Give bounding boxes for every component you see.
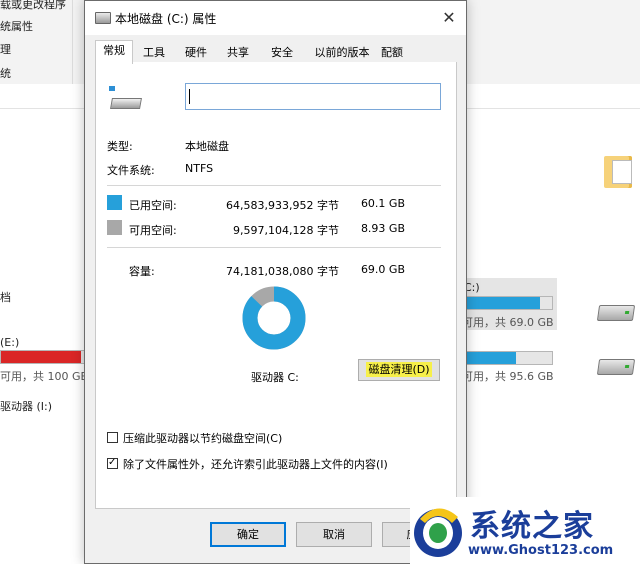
type-value: 本地磁盘 <box>185 140 229 153</box>
tab-quota[interactable]: 配额 <box>375 43 409 63</box>
properties-dialog: 本地磁盘 (C:) 属性 ✕ 常规 工具 硬件 共享 安全 以前的版本 配额 类… <box>84 0 467 564</box>
disk-cleanup-button[interactable]: 磁盘清理(D) <box>358 359 440 381</box>
filesystem-value: NTFS <box>185 162 214 175</box>
tab-tools[interactable]: 工具 <box>137 43 171 63</box>
tab-security[interactable]: 安全 <box>265 43 299 63</box>
watermark-url: www.Ghost123.com <box>468 543 614 558</box>
index-checkbox[interactable]: ✓ <box>107 457 118 469</box>
free-space-bytes: 9,597,104,128 字节 <box>233 224 339 237</box>
menu-system-properties[interactable]: 统属性 <box>0 18 33 34</box>
menu-uninstall-program[interactable]: 载或更改程序 <box>0 0 66 12</box>
filesystem-label: 文件系统: <box>107 164 155 177</box>
donut-used-segment <box>242 286 306 350</box>
menu-system[interactable]: 统 <box>0 65 11 81</box>
drive-large-icon <box>109 86 142 110</box>
menu-manage[interactable]: 理 <box>0 41 11 57</box>
tab-previous-versions[interactable]: 以前的版本 <box>309 43 375 63</box>
folder-documents-label[interactable]: 档 <box>0 289 11 305</box>
compress-checkbox[interactable] <box>107 432 118 443</box>
site-logo-icon <box>414 508 462 557</box>
disk-cleanup-label: 磁盘清理(D) <box>366 362 432 377</box>
drive-e-name: (E:) <box>0 336 20 349</box>
dialog-titlebar[interactable]: 本地磁盘 (C:) 属性 ✕ <box>85 1 466 35</box>
drive-c-usage-fill <box>463 297 541 309</box>
ribbon-separator <box>72 0 73 84</box>
drive-c-free-text: 可用，共 69.0 GB <box>462 316 554 329</box>
capacity-label: 容量: <box>129 265 155 278</box>
drive-e-free-text: 可用，共 100 GB <box>0 370 89 383</box>
free-space-swatch <box>107 220 122 235</box>
text-caret <box>189 89 190 104</box>
drive-i-name[interactable]: 驱动器 (I:) <box>0 398 52 414</box>
type-label: 类型: <box>107 140 133 153</box>
close-button[interactable]: ✕ <box>432 1 466 35</box>
drive-d-usage-bar <box>462 351 553 365</box>
used-space-label: 已用空间: <box>129 199 177 212</box>
drive-e-usage-bar <box>0 350 86 364</box>
used-space-swatch <box>107 195 122 210</box>
drive-c-icon[interactable] <box>596 305 636 321</box>
drive-letter-label: 驱动器 C: <box>251 371 299 384</box>
compress-label[interactable]: 压缩此驱动器以节约磁盘空间(C) <box>123 430 282 446</box>
drive-title-icon <box>95 12 111 24</box>
drive-d-usage-fill <box>463 352 517 364</box>
site-watermark: 系统之家 www.Ghost123.com <box>410 497 640 564</box>
section-divider-1 <box>107 185 441 186</box>
free-space-label: 可用空间: <box>129 224 177 237</box>
drive-d-free-text: 可用，共 95.6 GB <box>462 370 554 383</box>
drive-c-usage-bar <box>462 296 553 310</box>
ok-button[interactable]: 确定 <box>210 522 286 547</box>
used-space-bytes: 64,583,933,952 字节 <box>226 199 339 212</box>
index-label[interactable]: 除了文件属性外，还允许索引此驱动器上文件的内容(I) <box>123 456 388 472</box>
windows-logo-icon <box>109 86 115 91</box>
dialog-title: 本地磁盘 (C:) 属性 <box>115 12 217 26</box>
drive-e-usage-fill <box>1 351 81 363</box>
index-check-icon: ✓ <box>108 457 117 468</box>
capacity-bytes: 74,181,038,080 字节 <box>226 265 339 278</box>
used-space-size: 60.1 GB <box>360 197 405 210</box>
drive-d-icon[interactable] <box>596 359 636 375</box>
document-folder-icon[interactable] <box>604 156 632 188</box>
capacity-size: 69.0 GB <box>360 263 405 276</box>
tab-sharing[interactable]: 共享 <box>221 43 255 63</box>
watermark-title: 系统之家 <box>470 509 594 544</box>
tab-general[interactable]: 常规 <box>95 40 133 64</box>
tab-hardware[interactable]: 硬件 <box>179 43 213 63</box>
cancel-button[interactable]: 取消 <box>296 522 372 547</box>
free-space-size: 8.93 GB <box>360 222 405 235</box>
section-divider-2 <box>107 247 441 248</box>
usage-donut-chart <box>242 286 306 350</box>
drive-label-input[interactable] <box>185 83 441 110</box>
